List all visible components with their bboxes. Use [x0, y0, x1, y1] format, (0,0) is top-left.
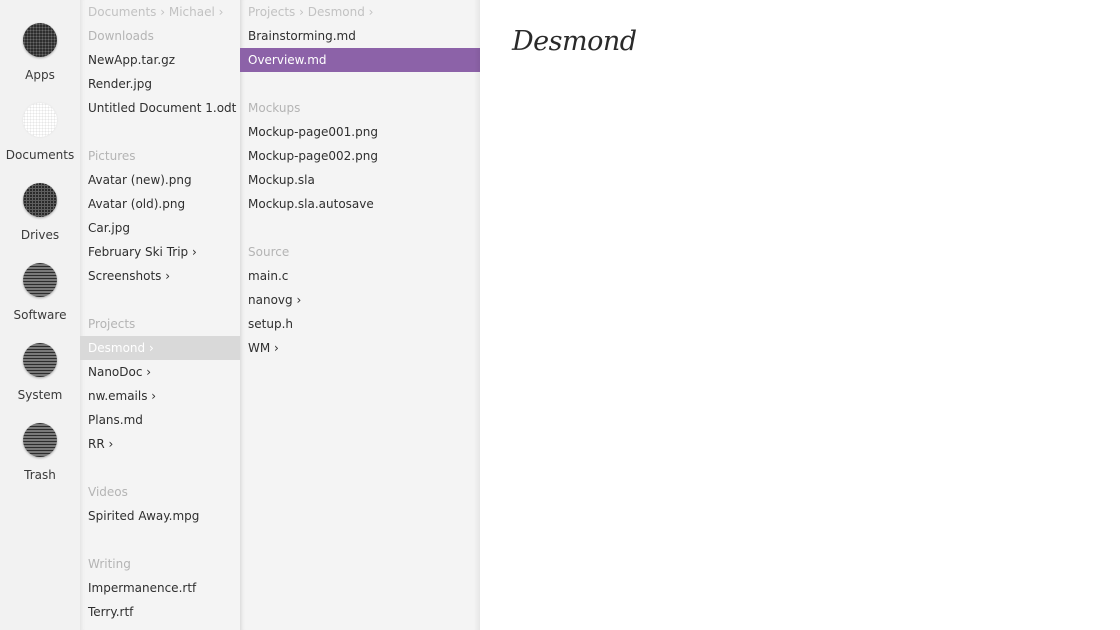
folder-item[interactable]: WM › — [240, 336, 480, 360]
section-header: Videos — [88, 485, 128, 499]
file-item[interactable]: Mockup.sla.autosave — [240, 192, 480, 216]
dock: Apps Documents Drives Software System Tr… — [0, 0, 80, 630]
dock-label: Trash — [24, 468, 56, 482]
section-header: Writing — [88, 557, 131, 571]
file-column-michael: Documents › Michael › Downloads NewApp.ta… — [80, 0, 240, 630]
folder-item[interactable]: nanovg › — [240, 288, 480, 312]
file-item[interactable]: Mockup-page002.png — [240, 144, 480, 168]
file-list: Downloads NewApp.tar.gz Render.jpg Untitled… — [80, 24, 240, 624]
file-item[interactable]: main.c — [240, 264, 480, 288]
file-item[interactable]: Overview.md — [240, 48, 480, 72]
breadcrumb[interactable]: Documents › Michael › — [88, 4, 223, 20]
drives-icon — [23, 183, 57, 217]
section-header: Projects — [88, 317, 136, 331]
file-item[interactable]: NewApp.tar.gz — [80, 48, 240, 72]
file-item[interactable]: Plans.md — [80, 408, 240, 432]
section-header: Downloads — [88, 29, 154, 43]
file-item[interactable]: Impermanence.rtf — [80, 576, 240, 600]
documents-icon — [23, 103, 57, 137]
file-item[interactable]: Mockup-page001.png — [240, 120, 480, 144]
dock-label: Drives — [20, 228, 60, 242]
dock-label: Documents — [5, 148, 75, 162]
document-view[interactable]: Desmond — [480, 0, 1120, 630]
file-item[interactable]: Brainstorming.md — [240, 24, 480, 48]
file-list: Brainstorming.md Overview.md Mockups Mockup… — [240, 24, 480, 360]
folder-item[interactable]: nw.emails › — [80, 384, 240, 408]
apps-icon — [23, 23, 57, 57]
folder-item[interactable]: Desmond › — [80, 336, 240, 360]
file-item[interactable]: Mockup.sla — [240, 168, 480, 192]
folder-item[interactable]: NanoDoc › — [80, 360, 240, 384]
file-column-desmond: Projects › Desmond › Brainstorming.md Ove… — [240, 0, 480, 630]
dock-label: Apps — [25, 68, 55, 82]
software-icon — [23, 263, 57, 297]
file-item[interactable]: setup.h — [240, 312, 480, 336]
section-header: Source — [248, 245, 290, 259]
file-item[interactable]: Terry.rtf — [80, 600, 240, 624]
file-item[interactable]: Avatar (old).png — [80, 192, 240, 216]
section-header: Mockups — [248, 101, 301, 115]
file-item[interactable]: Avatar (new).png — [80, 168, 240, 192]
trash-icon — [23, 423, 57, 457]
dock-label: Software — [13, 308, 67, 322]
file-item[interactable]: Car.jpg — [80, 216, 240, 240]
breadcrumb[interactable]: Projects › Desmond › — [248, 4, 373, 20]
folder-item[interactable]: February Ski Trip › — [80, 240, 240, 264]
system-icon — [23, 343, 57, 377]
file-item[interactable]: Untitled Document 1.odt — [80, 96, 240, 120]
folder-item[interactable]: Screenshots › — [80, 264, 240, 288]
dock-label: System — [17, 388, 63, 402]
file-item[interactable]: Spirited Away.mpg — [80, 504, 240, 528]
file-item[interactable]: Render.jpg — [80, 72, 240, 96]
section-header: Pictures — [88, 149, 136, 163]
document-title: Desmond — [512, 26, 637, 57]
folder-item[interactable]: RR › — [80, 432, 240, 456]
